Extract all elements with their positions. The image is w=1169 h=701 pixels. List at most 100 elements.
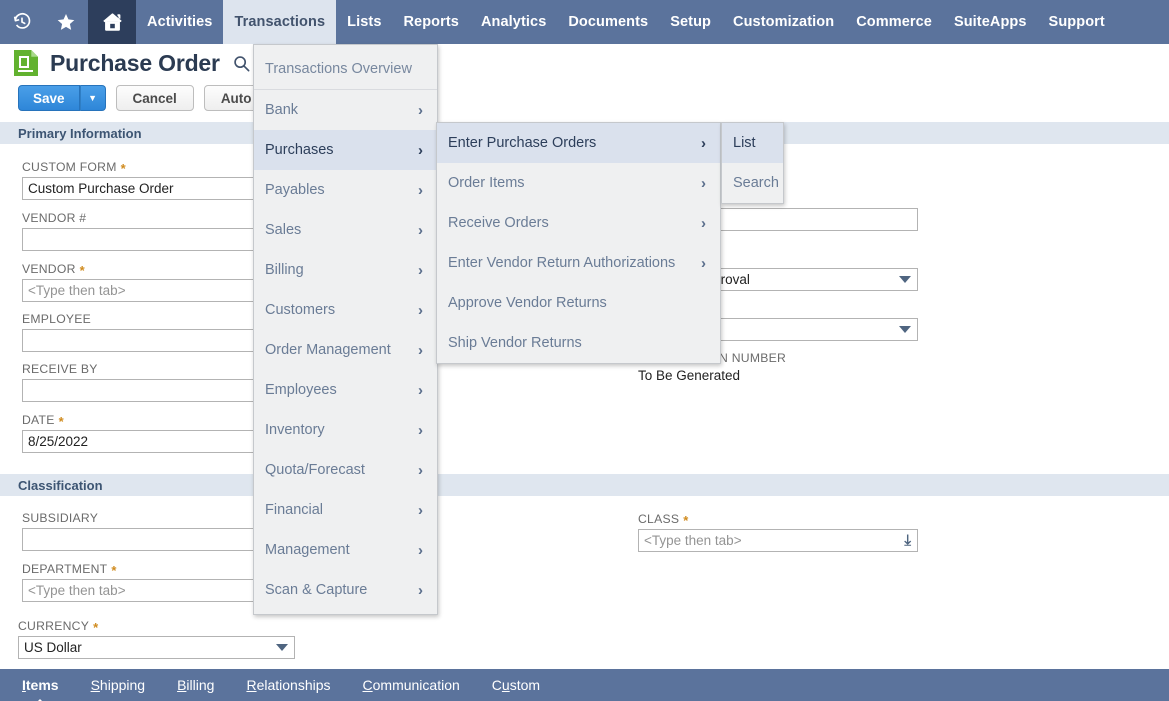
field-department: DEPARTMENT * <Type then tab> <box>22 562 262 602</box>
class-placeholder: <Type then tab> <box>644 533 742 548</box>
field-label-vendor: VENDOR * <box>22 262 85 278</box>
section-title-primary: Primary Information <box>18 125 142 141</box>
menu-item-employees[interactable]: Employees › <box>254 370 437 410</box>
field-label-receive-by: RECEIVE BY <box>22 362 98 376</box>
chevron-right-icon: › <box>701 254 706 272</box>
field-receive-by: RECEIVE BY <box>22 362 262 402</box>
menu-item-bank[interactable]: Bank › <box>254 90 437 130</box>
date-input[interactable]: 8/25/2022 <box>22 430 262 453</box>
chevron-right-icon: › <box>418 381 423 399</box>
custom-form-input[interactable]: Custom Purchase Order <box>22 177 262 200</box>
field-custom-form: CUSTOM FORM * Custom Purchase Order <box>22 160 262 200</box>
chevron-right-icon: › <box>418 341 423 359</box>
nav-item-suiteapps[interactable]: SuiteApps <box>943 0 1038 44</box>
menu-item-order-management[interactable]: Order Management › <box>254 330 437 370</box>
currency-select[interactable]: US Dollar <box>18 636 295 659</box>
menu-item-order-items[interactable]: Order Items › <box>437 163 720 203</box>
menu-item-receive-orders[interactable]: Receive Orders › <box>437 203 720 243</box>
menu-item-search[interactable]: Search <box>722 163 783 203</box>
vendor-input[interactable]: <Type then tab> <box>22 279 262 302</box>
menu-item-customers[interactable]: Customers › <box>254 290 437 330</box>
class-input[interactable]: <Type then tab> ⤓ <box>638 529 918 552</box>
transaction-number-value: To Be Generated <box>638 368 741 383</box>
tab-relationships[interactable]: Relationships <box>246 677 330 693</box>
tab-shipping[interactable]: Shipping <box>91 677 146 693</box>
menu-item-billing[interactable]: Billing › <box>254 250 437 290</box>
cancel-button[interactable]: Cancel <box>115 85 194 111</box>
record-subtab-bar: Items Shipping Billing Relationships Com… <box>0 669 1169 701</box>
nav-item-customization[interactable]: Customization <box>722 0 845 44</box>
nav-item-transactions[interactable]: Transactions <box>223 0 337 44</box>
subsidiary-input[interactable] <box>22 528 262 551</box>
menu-item-transactions-overview[interactable]: Transactions Overview <box>254 49 437 89</box>
page-title: Purchase Order <box>50 49 220 76</box>
nav-item-commerce[interactable]: Commerce <box>845 0 943 44</box>
nav-item-reports[interactable]: Reports <box>392 0 470 44</box>
chevron-down-icon <box>276 644 288 651</box>
chevron-right-icon: › <box>418 181 423 199</box>
nav-item-lists[interactable]: Lists <box>336 0 392 44</box>
chevron-right-icon: › <box>418 501 423 519</box>
global-navigation-bar: Activities Transactions Lists Reports An… <box>0 0 1169 44</box>
chevron-right-icon: › <box>418 261 423 279</box>
field-class: CLASS * <Type then tab> ⤓ <box>638 512 918 552</box>
menu-item-inventory[interactable]: Inventory › <box>254 410 437 450</box>
recent-history-icon[interactable] <box>0 0 44 44</box>
tab-items[interactable]: Items <box>22 677 59 693</box>
nav-item-setup[interactable]: Setup <box>659 0 722 44</box>
menu-item-approve-vendor-returns[interactable]: Approve Vendor Returns <box>437 283 720 323</box>
receive-by-input[interactable] <box>22 379 262 402</box>
purchases-menu-level-2: Enter Purchase Orders › Order Items › Rece… <box>436 122 721 364</box>
menu-item-sales[interactable]: Sales › <box>254 210 437 250</box>
employee-input[interactable] <box>22 329 262 352</box>
save-dropdown-button[interactable]: ▼ <box>79 85 106 111</box>
field-vendor-number: VENDOR # <box>22 211 262 251</box>
nav-item-analytics[interactable]: Analytics <box>470 0 557 44</box>
section-title-classification: Classification <box>18 477 103 493</box>
menu-item-payables[interactable]: Payables › <box>254 170 437 210</box>
tab-communication[interactable]: Communication <box>363 677 460 693</box>
favorites-star-icon[interactable] <box>44 0 88 44</box>
vendor-number-input[interactable] <box>22 228 262 251</box>
menu-item-quota-forecast[interactable]: Quota/Forecast › <box>254 450 437 490</box>
field-subsidiary: SUBSIDIARY <box>22 511 262 551</box>
chevron-right-icon: › <box>418 101 423 119</box>
menu-item-enter-purchase-orders[interactable]: Enter Purchase Orders › <box>437 123 720 163</box>
menu-item-purchases[interactable]: Purchases › <box>254 130 437 170</box>
field-currency: CURRENCY * US Dollar <box>18 619 295 659</box>
chevron-right-icon: › <box>701 134 706 152</box>
menu-item-financial[interactable]: Financial › <box>254 490 437 530</box>
tab-billing[interactable]: Billing <box>177 677 214 693</box>
field-vendor: VENDOR * <Type then tab> <box>22 262 262 302</box>
chevron-right-icon: › <box>418 421 423 439</box>
currency-value: US Dollar <box>24 640 82 655</box>
chevron-right-icon: › <box>418 581 423 599</box>
record-toolbar: Save ▼ Cancel Auto F <box>18 85 278 111</box>
field-label-currency: CURRENCY * <box>18 619 99 635</box>
nav-item-support[interactable]: Support <box>1038 0 1116 44</box>
section-header-classification: Classification <box>0 474 1169 496</box>
home-icon[interactable] <box>88 0 136 44</box>
menu-item-list[interactable]: List <box>722 123 783 163</box>
tab-custom[interactable]: Custom <box>492 677 540 693</box>
nav-item-activities[interactable]: Activities <box>136 0 223 44</box>
save-button[interactable]: Save <box>18 85 80 111</box>
field-label-custom-form: CUSTOM FORM * <box>22 160 126 176</box>
menu-item-ship-vendor-returns[interactable]: Ship Vendor Returns <box>437 323 720 363</box>
field-label-department: DEPARTMENT * <box>22 562 117 578</box>
transactions-menu-level-1: Transactions Overview Bank › Purchases › P… <box>253 44 438 615</box>
chevron-right-icon: › <box>418 221 423 239</box>
double-chevron-down-icon: ⤓ <box>904 532 911 549</box>
nav-item-documents[interactable]: Documents <box>557 0 659 44</box>
menu-item-enter-vendor-return-authorizations[interactable]: Enter Vendor Return Authorizations › <box>437 243 720 283</box>
netsuite-purchase-order-page: Activities Transactions Lists Reports An… <box>0 0 1169 701</box>
chevron-down-icon <box>899 326 911 333</box>
menu-item-scan-and-capture[interactable]: Scan & Capture › <box>254 570 437 610</box>
field-label-subsidiary: SUBSIDIARY <box>22 511 99 525</box>
field-date: DATE * 8/25/2022 <box>22 413 262 453</box>
chevron-right-icon: › <box>701 214 706 232</box>
field-label-date: DATE * <box>22 413 64 429</box>
department-input[interactable]: <Type then tab> <box>22 579 262 602</box>
search-icon[interactable] <box>232 54 251 73</box>
menu-item-management[interactable]: Management › <box>254 530 437 570</box>
